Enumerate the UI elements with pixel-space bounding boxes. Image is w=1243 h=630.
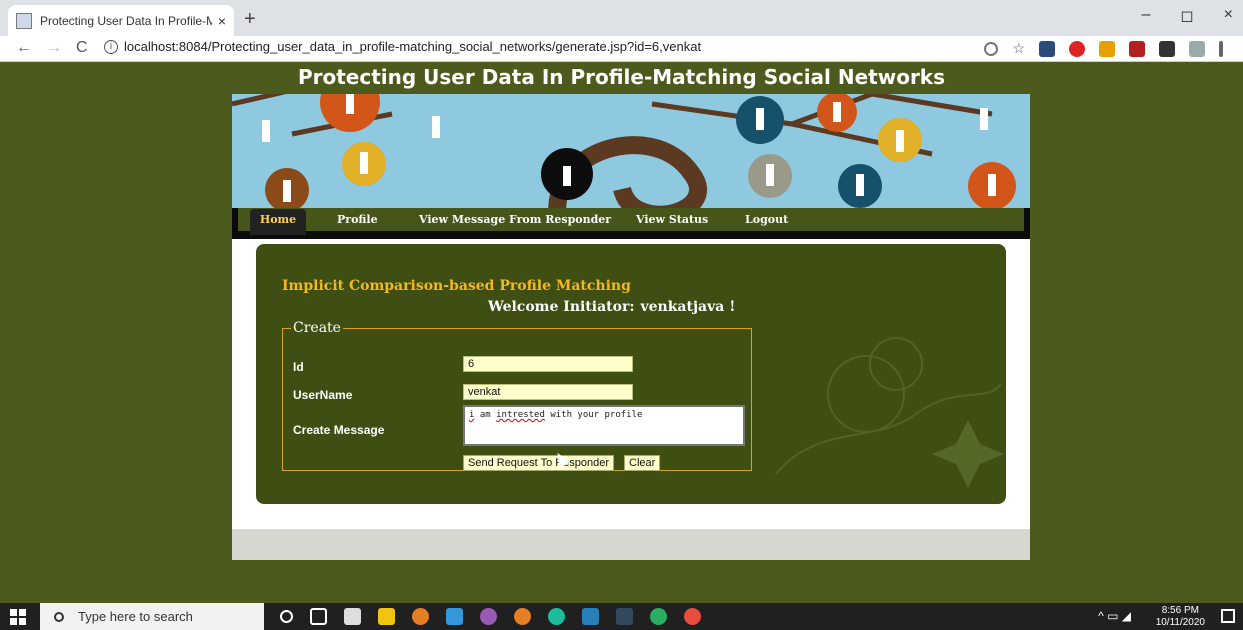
id-label: Id xyxy=(293,360,304,374)
nav-view-message[interactable]: View Message From Responder xyxy=(419,213,611,226)
clock-time: 8:56 PM xyxy=(1161,605,1199,616)
nav-logout[interactable]: Logout xyxy=(745,213,788,226)
extensions-puzzle-icon[interactable] xyxy=(1159,40,1175,57)
store-icon[interactable] xyxy=(344,608,361,625)
username-label: UserName xyxy=(293,388,353,402)
create-legend: Create xyxy=(293,320,341,336)
clock-date: 10/11/2020 xyxy=(1155,617,1205,628)
message-word-intrested: intrested xyxy=(496,410,545,420)
browser-toolbar: ← → C i localhost:8084/Protecting_user_d… xyxy=(0,36,1243,62)
clock[interactable]: 8:56 PM 10/11/2020 xyxy=(1156,605,1205,629)
nav-home[interactable]: Home xyxy=(250,209,306,235)
system-tray-icons[interactable]: ^ ▭ ◢ xyxy=(1098,609,1131,623)
address-bar[interactable]: i localhost:8084/Protecting_user_data_in… xyxy=(104,39,701,54)
search-icon xyxy=(54,611,64,622)
tab-close-icon[interactable]: × xyxy=(218,13,226,29)
message-rest: with your profile xyxy=(550,410,643,420)
extensions-area: ☆ xyxy=(984,40,1223,57)
create-fieldset: Create Id UserName Create Message i am i… xyxy=(282,320,752,471)
task-view-icon[interactable] xyxy=(310,608,327,625)
browser-tab[interactable]: Protecting User Data In Profile-M × xyxy=(8,5,234,36)
app-icon-2[interactable] xyxy=(480,608,497,625)
windows-taskbar: Type here to search ^ ▭ ◢ 8:56 PM 10/11/… xyxy=(0,603,1243,630)
page-favicon-icon xyxy=(16,12,32,29)
adblock-icon[interactable] xyxy=(1069,40,1085,57)
page-container: Home Profile View Message From Responder… xyxy=(232,94,1030,560)
app-icon-4[interactable] xyxy=(616,608,633,625)
bookmark-star-icon[interactable]: ☆ xyxy=(1012,40,1025,57)
forward-button[interactable]: → xyxy=(46,39,62,57)
reload-button[interactable]: C xyxy=(76,39,88,57)
file-explorer-icon[interactable] xyxy=(378,608,395,625)
message-word-i: i xyxy=(469,410,475,420)
zoom-icon[interactable] xyxy=(984,41,999,56)
firefox-icon[interactable] xyxy=(514,608,531,625)
window-controls: – ◻ × xyxy=(1141,6,1233,26)
message-label: Create Message xyxy=(293,423,385,437)
social-network-illustration xyxy=(232,94,1016,208)
banner-image xyxy=(232,94,1030,208)
send-request-button[interactable]: Send Request To Responder xyxy=(463,455,615,471)
edge-icon[interactable] xyxy=(548,608,565,625)
id-field[interactable] xyxy=(463,356,633,372)
chrome-icon[interactable] xyxy=(684,608,701,625)
new-tab-button[interactable]: + xyxy=(244,8,256,31)
app-icon-5[interactable] xyxy=(650,608,667,625)
tab-title: Protecting User Data In Profile-M xyxy=(40,13,212,28)
welcome-prefix: Welcome Initiator: xyxy=(488,299,635,315)
page-footer xyxy=(232,529,1030,560)
maximize-button[interactable]: ◻ xyxy=(1180,6,1193,26)
extension-shield-icon[interactable] xyxy=(1039,40,1055,57)
url-text: localhost:8084/Protecting_user_data_in_p… xyxy=(124,39,702,54)
app-icon[interactable] xyxy=(412,608,429,625)
pdf-extension-icon[interactable] xyxy=(1129,40,1145,57)
message-textarea[interactable]: i am intrested with your profile xyxy=(463,405,745,446)
cortana-icon[interactable] xyxy=(280,610,293,623)
notification-icon[interactable] xyxy=(1221,609,1235,623)
site-info-icon[interactable]: i xyxy=(104,39,118,54)
profile-icon[interactable] xyxy=(1189,40,1205,57)
extension-icon[interactable] xyxy=(1099,40,1115,57)
welcome-message: Welcome Initiator: venkatjava ! xyxy=(482,299,735,315)
close-window-button[interactable]: × xyxy=(1224,6,1233,26)
mail-icon[interactable] xyxy=(446,608,463,625)
menu-kebab-icon[interactable] xyxy=(1219,40,1223,57)
browser-tabstrip: Protecting User Data In Profile-M × + – … xyxy=(0,0,1243,36)
nav-view-status[interactable]: View Status xyxy=(636,213,708,226)
taskbar-apps xyxy=(280,608,701,625)
taskbar-search[interactable]: Type here to search xyxy=(40,603,264,630)
clear-button[interactable]: Clear xyxy=(624,455,661,471)
page-heading: Implicit Comparison-based Profile Matchi… xyxy=(282,278,631,294)
windows-start-icon[interactable] xyxy=(10,609,26,625)
main-navbar: Home Profile View Message From Responder… xyxy=(232,208,1030,239)
app-icon-3[interactable] xyxy=(582,608,599,625)
site-title: Protecting User Data In Profile-Matching… xyxy=(297,65,946,89)
profile-matching-card: Implicit Comparison-based Profile Matchi… xyxy=(256,244,1006,504)
welcome-username: venkatjava ! xyxy=(640,299,736,315)
minimize-button[interactable]: – xyxy=(1141,6,1150,26)
search-placeholder: Type here to search xyxy=(78,609,193,624)
nav-profile[interactable]: Profile xyxy=(337,213,378,226)
back-button[interactable]: ← xyxy=(16,39,32,57)
username-field[interactable] xyxy=(463,384,633,400)
message-word-am: am xyxy=(479,410,491,420)
